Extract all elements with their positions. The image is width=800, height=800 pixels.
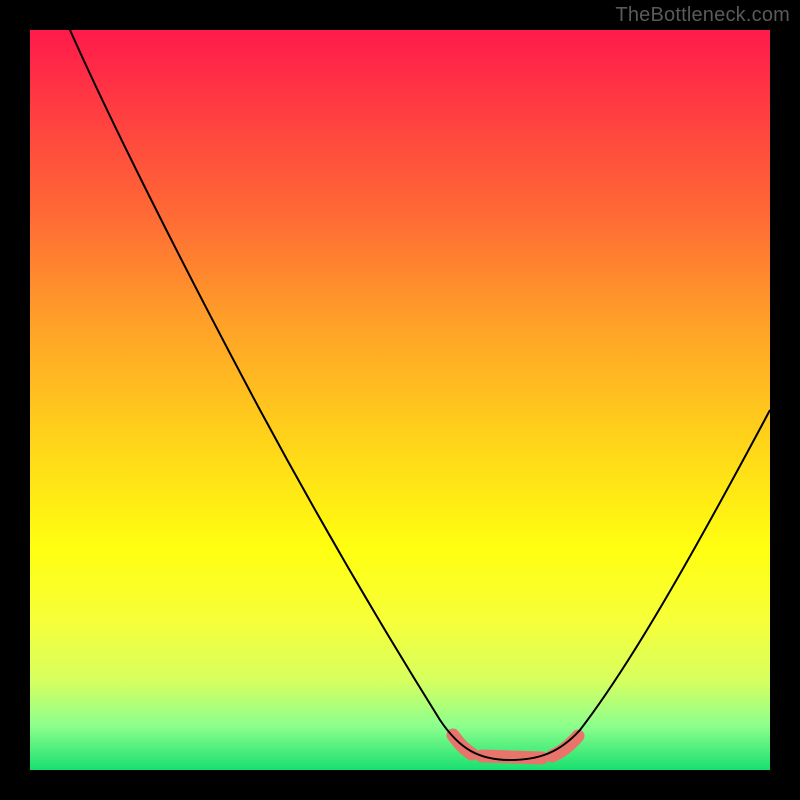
chart-frame: TheBottleneck.com (0, 0, 800, 800)
plot-area (30, 30, 770, 770)
bottleneck-curve (70, 30, 770, 760)
curve-svg (30, 30, 770, 770)
optimal-zone-highlight-left (453, 735, 472, 754)
optimal-zone-highlight-right (552, 736, 578, 756)
optimal-zone-highlight-mid (482, 756, 542, 758)
watermark-text: TheBottleneck.com (615, 4, 790, 27)
